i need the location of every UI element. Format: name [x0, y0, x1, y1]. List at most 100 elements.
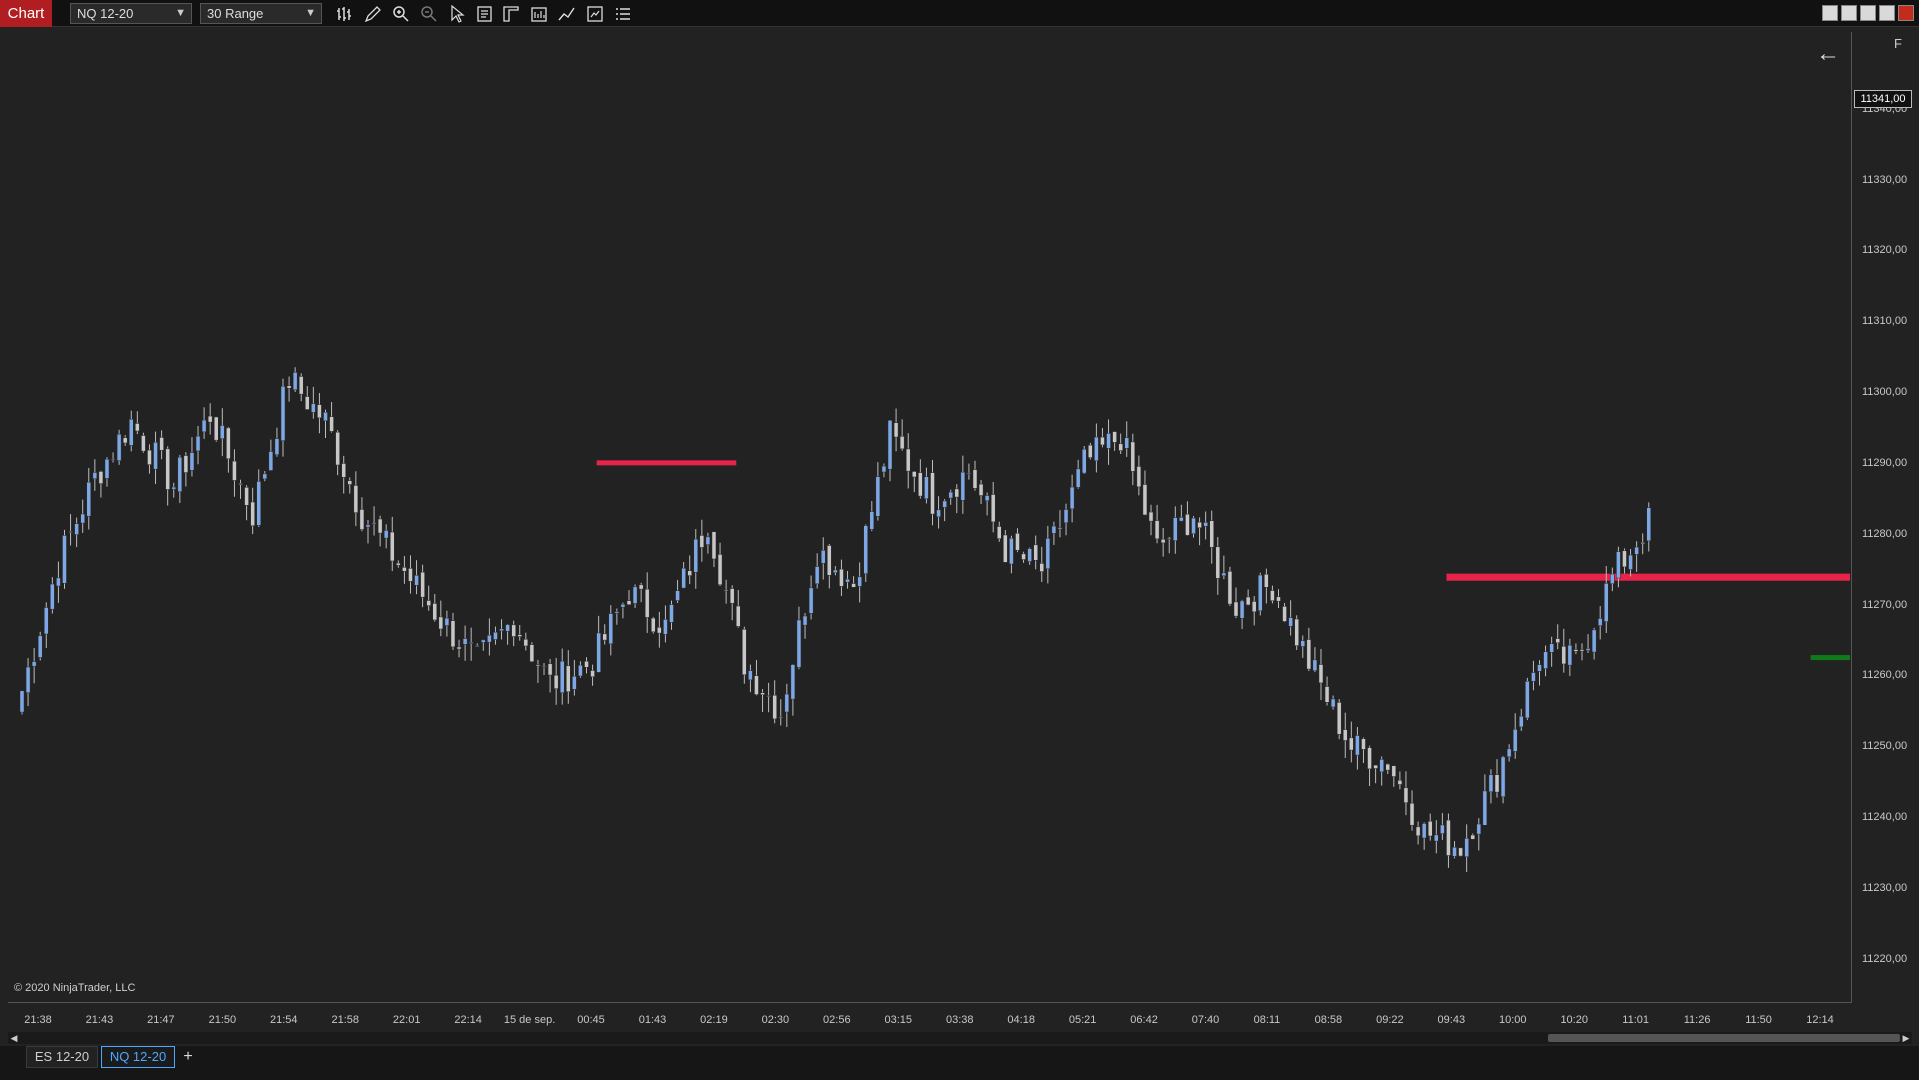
window-tile-icon[interactable]	[1822, 5, 1838, 21]
time-axis-label: 02:30	[761, 1014, 790, 1026]
time-axis-label: 09:22	[1376, 1014, 1404, 1026]
candle-body	[86, 482, 92, 517]
time-axis-label: 21:50	[208, 1014, 237, 1026]
candle-body	[1403, 787, 1409, 803]
restore-icon[interactable]	[1879, 5, 1895, 21]
indicators-icon[interactable]	[556, 3, 578, 25]
candle-body	[626, 600, 632, 605]
candle-body	[1088, 444, 1093, 458]
candle-body	[329, 416, 334, 432]
candle-body	[535, 664, 541, 667]
chevron-down-icon: ▼	[305, 7, 316, 19]
candle-body	[1106, 433, 1111, 449]
candle-body	[1470, 834, 1475, 840]
time-axis-label: 04:18	[1007, 1014, 1035, 1026]
minimize-icon[interactable]	[1860, 5, 1876, 21]
candle-body	[444, 617, 450, 626]
candle-body	[44, 607, 49, 635]
candle-body	[25, 666, 31, 693]
candle-body	[1082, 448, 1087, 474]
candle-body	[420, 571, 425, 598]
time-axis-label: 22:14	[454, 1014, 482, 1026]
candle-body	[1591, 629, 1597, 653]
close-icon[interactable]	[1898, 5, 1914, 21]
candle-body	[960, 471, 966, 501]
candle-body	[796, 619, 802, 668]
candle-body	[1567, 644, 1573, 666]
candle-body	[1276, 596, 1281, 602]
pointer-icon[interactable]	[446, 3, 468, 25]
candle-body	[232, 460, 237, 481]
candle-body	[602, 633, 607, 641]
back-arrow-icon[interactable]: ←	[1816, 42, 1840, 66]
chart-panel[interactable]	[8, 32, 1850, 1002]
bar-type-icon[interactable]	[334, 3, 356, 25]
candle-body	[924, 476, 929, 500]
candle-body	[371, 523, 377, 525]
properties-icon[interactable]	[500, 3, 522, 25]
candle-body	[438, 616, 444, 630]
strategies-icon[interactable]	[528, 3, 550, 25]
candle-body	[778, 716, 783, 719]
candle-body	[347, 480, 353, 485]
candle-body	[632, 586, 638, 604]
candle-body	[286, 385, 292, 389]
candle-body	[1330, 698, 1336, 708]
tab-es-12-20[interactable]: ES 12-20	[26, 1046, 98, 1068]
templates-icon[interactable]	[584, 3, 606, 25]
title-bar: Chart NQ 12-20 ▼ 30 Range ▼	[0, 0, 1919, 27]
menu-icon[interactable]	[612, 3, 634, 25]
scroll-left-icon[interactable]: ◀	[8, 1032, 20, 1044]
price-axis-label: 11310,00	[1862, 315, 1908, 328]
candle-body	[311, 403, 316, 413]
candle-body	[1197, 521, 1202, 529]
candle-body	[244, 487, 249, 506]
candle-body	[1446, 819, 1451, 856]
candle-body	[1525, 680, 1530, 719]
instrument-select[interactable]: NQ 12-20 ▼	[70, 3, 192, 24]
period-select[interactable]: 30 Range ▼	[200, 3, 322, 24]
candle-body	[1452, 846, 1457, 857]
zoom-out-icon[interactable]	[418, 3, 440, 25]
candle-body	[905, 448, 911, 472]
data-box-icon[interactable]	[474, 3, 496, 25]
candle-body	[742, 629, 747, 675]
candle-body	[1597, 618, 1603, 626]
scroll-right-icon[interactable]: ▶	[1900, 1032, 1912, 1044]
zoom-in-icon[interactable]	[390, 3, 412, 25]
candle-body	[1063, 509, 1069, 524]
pencil-draw-icon[interactable]	[362, 3, 384, 25]
candle-body	[116, 433, 122, 461]
scrollbar-thumb[interactable]	[1548, 1034, 1900, 1042]
candle-body	[1440, 824, 1445, 834]
price-chart[interactable]	[8, 32, 1850, 1002]
price-axis-label: 11250,00	[1862, 740, 1908, 753]
candle-body	[92, 472, 98, 479]
time-axis-label: 11:50	[1745, 1014, 1772, 1026]
candle-body	[1512, 729, 1518, 752]
candle-body	[1494, 774, 1500, 793]
chart-badge[interactable]: Chart	[0, 0, 52, 27]
chart-window: Chart NQ 12-20 ▼ 30 Range ▼ ← F © 2020 N…	[0, 0, 1919, 1080]
time-axis-label: 21:38	[24, 1014, 52, 1026]
candle-body	[1361, 738, 1366, 750]
time-axis-label: 21:47	[147, 1014, 175, 1026]
add-tab-button[interactable]: +	[178, 1046, 198, 1068]
candle-body	[930, 472, 935, 515]
side-f-label[interactable]: F	[1894, 36, 1902, 51]
price-axis-label: 11260,00	[1862, 669, 1908, 682]
candle-body	[1336, 702, 1342, 735]
candle-body	[1409, 802, 1415, 826]
supply-zone	[596, 460, 737, 466]
candle-body	[699, 535, 705, 548]
candle-body	[1476, 823, 1482, 835]
tab-nq-12-20[interactable]: NQ 12-20	[101, 1046, 175, 1068]
candle-body	[432, 603, 438, 621]
window-tile-icon[interactable]	[1841, 5, 1857, 21]
candle-body	[1057, 527, 1063, 530]
price-axis-label: 11320,00	[1862, 244, 1908, 257]
candle-body	[1069, 486, 1075, 510]
candle-body	[1136, 466, 1142, 488]
candle-body	[189, 452, 195, 471]
candle-body	[462, 638, 468, 645]
